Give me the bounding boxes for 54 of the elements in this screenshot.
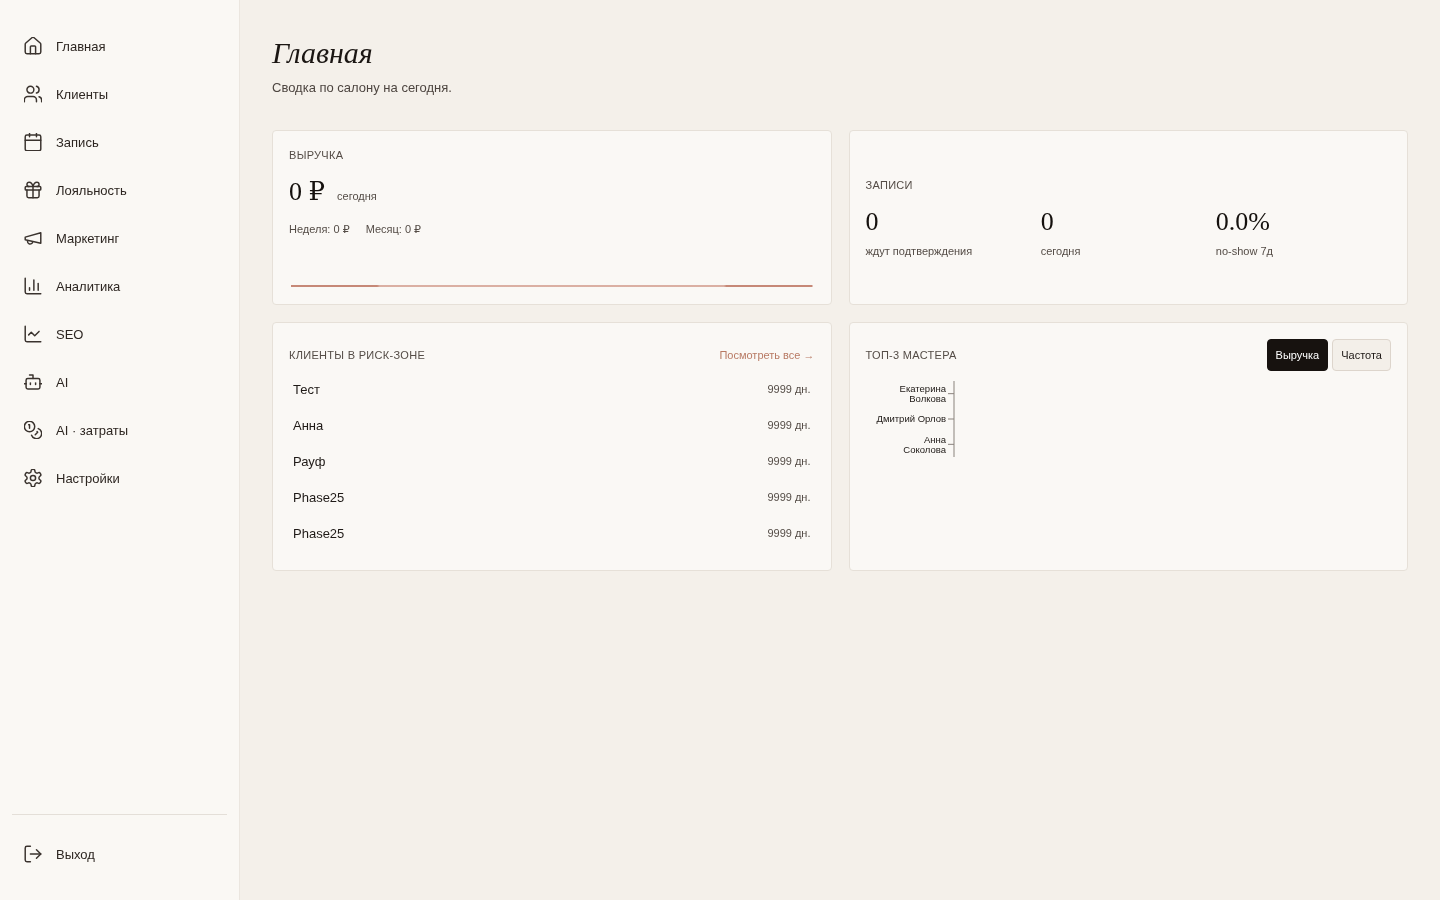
client-name: Phase25 <box>293 525 345 541</box>
nav-item[interactable]: Маркетинг <box>12 214 227 262</box>
page-subtitle: Сводка по салону на сегодня. <box>272 79 453 97</box>
robot-icon <box>24 373 42 391</box>
days-since-visit: 9999 дн. <box>767 526 811 540</box>
axis-label: Дмитрий Орлов <box>876 413 946 425</box>
page-title: Главная <box>272 35 374 71</box>
nav-item[interactable]: Главная <box>12 22 227 70</box>
nav-item[interactable]: SEO <box>12 310 227 358</box>
megaphone-icon <box>24 229 42 247</box>
nav-item[interactable]: Лояльность <box>12 166 227 214</box>
nav-item[interactable]: Клиенты <box>12 70 227 118</box>
nav-item[interactable]: Настройки <box>12 454 227 502</box>
stat-label: ждут подтверждения <box>865 244 973 258</box>
axis-label: Екатерина Волкова <box>899 382 946 404</box>
stat-value: 0.0% <box>1215 207 1270 237</box>
toggle-tab[interactable]: Выручка <box>1266 339 1329 371</box>
days-since-visit: 9999 дн. <box>767 454 811 468</box>
client-name: Phase25 <box>293 489 345 505</box>
client-name: Рауф <box>293 453 326 469</box>
users-icon <box>24 85 42 103</box>
nav-item[interactable]: AI · затраты <box>12 406 227 454</box>
card-title: ВЫРУЧКА <box>289 148 345 162</box>
client-name: Тест <box>293 381 320 397</box>
toggle-tab[interactable]: Частота <box>1332 339 1391 371</box>
axis-label: Анна Соколова <box>902 433 946 455</box>
home-icon <box>24 37 42 55</box>
view-all-link[interactable]: Посмотреть все → <box>719 349 815 361</box>
nav-item[interactable]: Аналитика <box>12 262 227 310</box>
revenue-caption: сегодня <box>337 189 377 203</box>
days-since-visit: 9999 дн. <box>767 382 811 396</box>
period-total: Неделя: 0 ₽ <box>289 222 350 236</box>
settings-icon <box>24 469 42 487</box>
nav-item[interactable]: Запись <box>12 118 227 166</box>
period-total: Месяц: 0 ₽ <box>365 222 422 236</box>
line-chart-icon <box>24 325 42 343</box>
revenue-value: 0 ₽ <box>289 176 326 208</box>
logout-link[interactable]: Выход <box>12 830 227 878</box>
gift-icon <box>24 181 42 199</box>
stat-value: 0 <box>865 207 879 237</box>
logout-icon <box>24 845 42 863</box>
card-title: ЗАПИСИ <box>865 178 914 192</box>
days-since-visit: 9999 дн. <box>767 490 811 504</box>
calendar-icon <box>24 133 42 151</box>
card-title: КЛИЕНТЫ В РИСК-ЗОНЕ <box>289 348 426 362</box>
days-since-visit: 9999 дн. <box>767 418 811 432</box>
stat-value: 0 <box>1040 207 1054 237</box>
card-title: ТОП-3 МАСТЕРА <box>865 348 957 362</box>
client-name: Анна <box>293 417 324 433</box>
stat-label: no-show 7д <box>1215 244 1273 258</box>
coins-icon <box>24 421 42 439</box>
bar-chart-icon <box>24 277 42 295</box>
stat-label: сегодня <box>1040 244 1081 258</box>
nav-item[interactable]: AI <box>12 358 227 406</box>
